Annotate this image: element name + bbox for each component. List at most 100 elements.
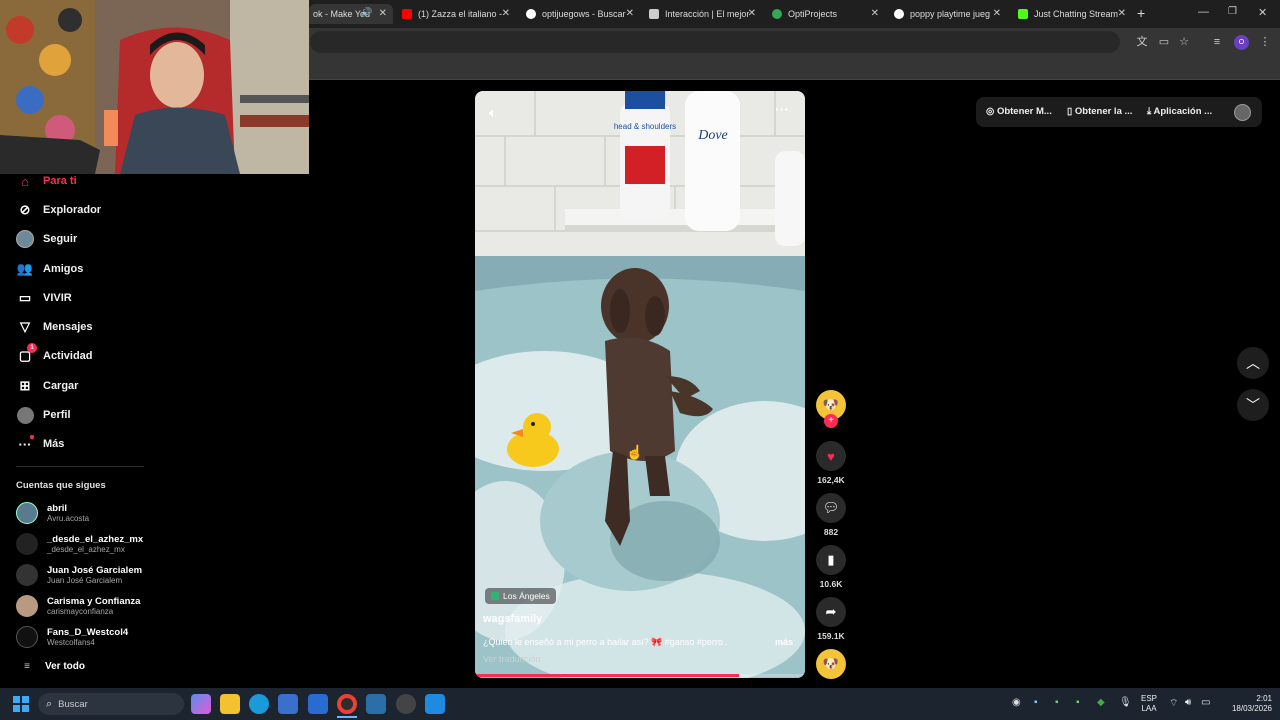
upload-icon: ⊞ (19, 378, 31, 393)
tray-app-icon[interactable]: ▪ (1055, 697, 1059, 708)
video-player[interactable]: head & shoulders Dove 🔈︎ ··· Los Ángeles… (475, 91, 805, 678)
restore-icon[interactable]: ❐ (1228, 6, 1237, 17)
pill-label: Obtener M... (996, 106, 1052, 117)
close-icon[interactable]: ✕ (626, 8, 634, 19)
edge-icon[interactable] (249, 694, 269, 714)
language-indicator[interactable]: ESP LAA (1141, 694, 1157, 714)
followed-account[interactable]: Juan José Garcialem Juan José Garcialem (16, 564, 142, 586)
tray-app-icon[interactable]: ▪ (1034, 697, 1038, 708)
sidebar-item-label: Actividad (43, 350, 93, 362)
browser-tab[interactable]: poppy playtime jueg ✕ (894, 4, 1001, 24)
follow-plus-icon[interactable]: + (824, 414, 838, 428)
next-video-button[interactable]: ﹀ (1237, 389, 1269, 421)
sidebar-item-actividad[interactable]: ▢ 1 Actividad (16, 343, 93, 365)
bottle-brand-label: Dove (697, 128, 728, 143)
sound-disc[interactable]: 🐶 (815, 649, 847, 679)
new-tab-button[interactable]: + (1137, 5, 1145, 21)
obs-icon[interactable] (396, 694, 416, 714)
sidebar-item-amigos[interactable]: 👥 Amigos (16, 260, 83, 278)
tray-app-icon[interactable]: ◆ (1097, 697, 1105, 708)
home-icon: ⌂ (21, 173, 29, 189)
sidebar-item-mensajes[interactable]: ▽ Mensajes (16, 318, 93, 336)
microphone-icon[interactable]: 🎙︎ (1119, 697, 1132, 708)
store-icon[interactable] (278, 694, 298, 714)
close-icon[interactable]: ✕ (502, 8, 510, 19)
webcam-overlay (0, 0, 309, 174)
volume-icon[interactable]: 🔈︎ (489, 105, 497, 121)
previous-video-button[interactable]: ︿ (1237, 347, 1269, 379)
file-explorer-icon[interactable] (220, 694, 240, 714)
chevron-down-icon: ﹀ (1246, 397, 1260, 413)
close-window-icon[interactable]: ✕ (1258, 6, 1267, 19)
close-icon[interactable]: ✕ (379, 8, 387, 19)
profile-avatar[interactable]: O (1234, 35, 1249, 50)
browser-tab[interactable]: (1) Zazza el italiano - ✕ (402, 4, 510, 24)
sidebar-item-vivir[interactable]: ▭ VIVIR (16, 289, 72, 307)
see-all-link[interactable]: ≡ Ver todo (16, 661, 85, 672)
app-download-button[interactable]: ⤓ Aplicación ... (1147, 106, 1212, 117)
clock[interactable]: 2:01 18/03/2026 (1222, 694, 1272, 714)
volume-tray-icon[interactable]: 🔊︎ (1185, 697, 1191, 708)
comment-button[interactable]: 💬︎ 882 (815, 493, 847, 537)
battery-icon[interactable]: ▭ (1201, 697, 1210, 708)
windows-start-icon[interactable] (13, 696, 29, 712)
more-icon: ··· (16, 435, 34, 453)
sidebar-item-mas[interactable]: ··· Más (16, 435, 64, 453)
mail-icon[interactable] (308, 694, 328, 714)
translate-link[interactable]: Ver traducción (483, 654, 541, 664)
address-bar[interactable] (310, 31, 1120, 53)
user-avatar[interactable] (1234, 104, 1251, 121)
media-icon[interactable]: ≡ (1209, 34, 1225, 50)
followed-account[interactable]: _desde_el_azhez_mx _desde_el_azhez_mx (16, 533, 143, 555)
save-button[interactable]: ▮ 10.6K (815, 545, 847, 589)
browser-tab[interactable]: Just Chatting Stream ✕ (1018, 4, 1126, 24)
browser-tab[interactable]: ok - Make You 🔊 ✕ (309, 4, 393, 24)
like-button[interactable]: ♥ 162,4K (815, 441, 847, 485)
caption-more-button[interactable]: más (775, 637, 793, 647)
notification-badge: 1 (27, 343, 37, 353)
like-count: 162,4K (817, 475, 845, 485)
video-author[interactable]: wagsfamily (483, 613, 542, 625)
menu-icon[interactable]: ⋮ (1257, 34, 1273, 50)
progress-track[interactable] (475, 674, 805, 677)
close-icon[interactable]: ✕ (748, 8, 756, 19)
sidebar-item-perfil[interactable]: Perfil (16, 406, 71, 424)
browser-tab[interactable]: Interacción | El mejor ✕ (649, 4, 756, 24)
sidebar-item-para-ti[interactable]: ⌂ Para ti (16, 172, 77, 190)
hand-cursor-icon: ☝ (626, 444, 644, 460)
share-button[interactable]: ➦ 159.1K (815, 597, 847, 641)
taskbar-search[interactable]: ⌕ Buscar (38, 693, 184, 715)
tray-app-icon[interactable]: ◉ (1012, 697, 1021, 708)
creator-avatar[interactable]: 🐶 + (815, 390, 847, 428)
copilot-icon[interactable] (191, 694, 211, 714)
sidebar-item-explorador[interactable]: ⊘ Explorador (16, 201, 102, 219)
tray-app-icon[interactable]: ▪ (1076, 697, 1080, 708)
minimize-icon[interactable]: — (1198, 6, 1209, 18)
close-icon[interactable]: ✕ (993, 8, 1001, 19)
get-app-button[interactable]: ▯ Obtener la ... (1067, 106, 1132, 117)
language-code: ESP (1141, 694, 1158, 703)
defender-icon[interactable] (425, 694, 445, 714)
wifi-icon[interactable]: ⌔ (1169, 697, 1178, 710)
star-icon[interactable]: ☆ (1176, 34, 1192, 50)
search-placeholder: Buscar (58, 698, 88, 710)
followed-account[interactable]: abril Avru.acosta (16, 502, 89, 524)
tab-title: Just Chatting Stream (1034, 9, 1119, 19)
app-icon[interactable] (366, 694, 386, 714)
sidebar-item-seguir[interactable]: Seguir (16, 230, 77, 248)
speaker-icon[interactable]: 🔊 (361, 7, 372, 18)
search-icon: ⌕ (46, 697, 53, 710)
cast-icon[interactable]: ▭ (1156, 34, 1172, 50)
followed-account[interactable]: Fans_D_Westcol4 Westcolfans4 (16, 626, 128, 648)
close-icon[interactable]: ✕ (1118, 8, 1126, 19)
browser-tab[interactable]: optijuegows - Buscar ✕ (526, 4, 634, 24)
close-icon[interactable]: ✕ (871, 8, 879, 19)
translate-icon[interactable]: 文 (1134, 34, 1150, 50)
chrome-icon[interactable] (337, 694, 357, 714)
followed-account[interactable]: Carisma y Confianza carismayconfianza (16, 595, 140, 617)
get-coins-button[interactable]: ◎ Obtener M... (986, 106, 1052, 117)
more-options-icon[interactable]: ··· (775, 101, 789, 117)
sidebar-item-cargar[interactable]: ⊞ Cargar (16, 377, 79, 395)
location-tag[interactable]: Los Ángeles (485, 588, 556, 604)
browser-tab[interactable]: OptiProjects ✕ (772, 4, 879, 24)
